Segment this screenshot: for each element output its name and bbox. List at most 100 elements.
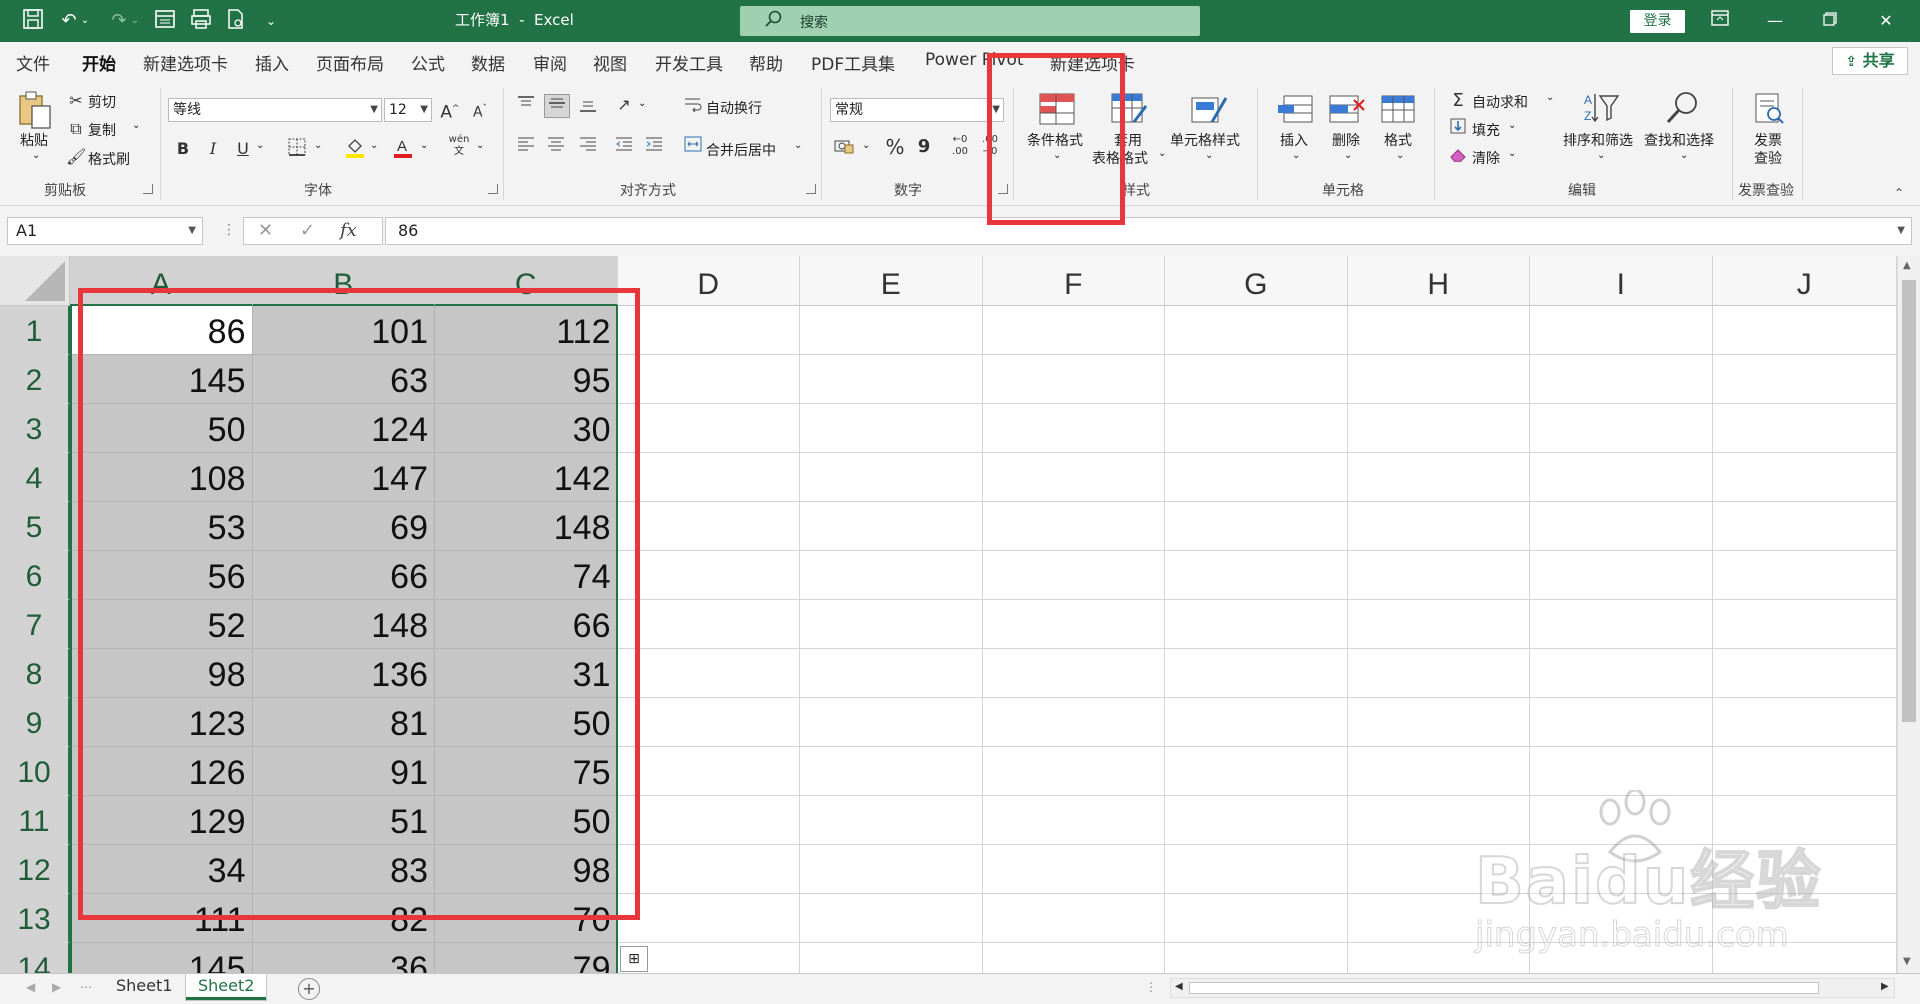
cell[interactable] <box>800 502 983 551</box>
cell[interactable] <box>982 306 1165 355</box>
cell[interactable] <box>982 894 1165 943</box>
cell[interactable]: 111 <box>70 894 253 943</box>
cell[interactable] <box>1347 698 1530 747</box>
cell[interactable]: 123 <box>70 698 253 747</box>
column-header[interactable]: J <box>1712 256 1897 306</box>
cell[interactable] <box>1530 502 1713 551</box>
merge-center-dropdown-icon[interactable]: ⌄ <box>794 140 802 151</box>
cell[interactable] <box>617 502 800 551</box>
close-icon[interactable]: ✕ <box>1866 6 1906 36</box>
find-select-dropdown-icon[interactable]: ⌄ <box>1680 150 1688 161</box>
ribbon-display-options-icon[interactable] <box>1700 6 1740 36</box>
sort-filter-icon[interactable]: AZ <box>1582 90 1620 126</box>
font-launcher-icon[interactable] <box>488 184 498 194</box>
cell[interactable] <box>1530 355 1713 404</box>
cell[interactable] <box>982 355 1165 404</box>
delete-cells-label[interactable]: 删除 <box>1332 130 1360 150</box>
tab-home[interactable]: 开始 <box>82 50 116 83</box>
search-box[interactable]: 搜索 <box>740 6 1200 36</box>
cell[interactable]: 108 <box>70 453 253 502</box>
comma-style-button[interactable]: 9 <box>914 136 934 158</box>
cell[interactable] <box>1165 845 1348 894</box>
cell[interactable] <box>800 600 983 649</box>
share-button[interactable]: ⇪ 共享 <box>1832 47 1908 75</box>
accounting-format-icon[interactable] <box>832 138 856 160</box>
cell[interactable] <box>1530 404 1713 453</box>
invoice-check-label-2[interactable]: 查验 <box>1754 148 1782 168</box>
cell[interactable] <box>1530 894 1713 943</box>
cell[interactable] <box>1712 649 1897 698</box>
cell[interactable] <box>1712 747 1897 796</box>
column-header[interactable]: C <box>435 256 618 306</box>
restore-icon[interactable] <box>1810 6 1850 36</box>
cell[interactable] <box>800 796 983 845</box>
add-sheet-button[interactable]: + <box>298 978 320 1000</box>
cell[interactable] <box>1165 747 1348 796</box>
align-bottom-icon[interactable] <box>576 96 600 118</box>
cell[interactable] <box>617 404 800 453</box>
format-dropdown-icon[interactable]: ⌄ <box>1396 150 1404 161</box>
scroll-down-icon[interactable]: ▼ <box>1903 956 1911 967</box>
column-header[interactable]: G <box>1165 256 1348 306</box>
cell[interactable]: 31 <box>435 649 618 698</box>
cell[interactable] <box>1712 306 1897 355</box>
cell[interactable]: 95 <box>435 355 618 404</box>
row-header[interactable]: 2 <box>0 355 70 404</box>
cell[interactable]: 50 <box>70 404 253 453</box>
underline-dropdown-icon[interactable]: ⌄ <box>256 140 264 151</box>
cell[interactable] <box>1347 747 1530 796</box>
orientation-icon[interactable]: ↗ <box>612 94 636 116</box>
tab-power-pivot[interactable]: Power Pivot <box>925 50 1024 70</box>
sheet-tab-sheet1[interactable]: Sheet1 <box>104 974 184 1000</box>
cell[interactable] <box>617 796 800 845</box>
number-launcher-icon[interactable] <box>998 184 1008 194</box>
cell[interactable] <box>800 404 983 453</box>
autosum-icon[interactable]: Σ <box>1448 90 1468 112</box>
cell[interactable] <box>1530 306 1713 355</box>
font-name-select[interactable]: 等线 ▼ <box>168 98 382 122</box>
conditional-format-icon[interactable] <box>1038 92 1076 128</box>
cell[interactable] <box>617 747 800 796</box>
decrease-indent-icon[interactable] <box>612 136 636 158</box>
format-as-table-label-2[interactable]: 表格格式 <box>1092 148 1148 168</box>
cell[interactable] <box>1347 404 1530 453</box>
number-format-select[interactable]: 常规 ▼ <box>830 98 1004 122</box>
cell[interactable]: 66 <box>252 551 435 600</box>
row-header[interactable]: 12 <box>0 845 70 894</box>
cell[interactable] <box>1712 551 1897 600</box>
cell[interactable] <box>1530 649 1713 698</box>
cell[interactable] <box>982 551 1165 600</box>
conditional-format-label[interactable]: 条件格式 <box>1027 130 1083 150</box>
cell[interactable] <box>800 698 983 747</box>
format-painter-label[interactable]: 格式刷 <box>88 149 130 169</box>
cell[interactable] <box>1165 551 1348 600</box>
cell[interactable] <box>800 943 983 973</box>
row-header[interactable]: 11 <box>0 796 70 845</box>
cell[interactable] <box>1712 355 1897 404</box>
insert-cells-icon[interactable] <box>1276 92 1314 128</box>
cell[interactable] <box>1165 453 1348 502</box>
cut-label[interactable]: 剪切 <box>88 92 116 112</box>
tab-page-layout[interactable]: 页面布局 <box>316 50 384 75</box>
align-top-icon[interactable] <box>514 96 538 118</box>
format-as-table-dropdown-icon[interactable]: ⌄ <box>1158 148 1166 159</box>
horizontal-scrollbar[interactable]: ◀ ▶ <box>1170 978 1895 998</box>
cell[interactable] <box>1530 551 1713 600</box>
italic-button[interactable]: I <box>202 138 224 160</box>
cell[interactable]: 66 <box>435 600 618 649</box>
minimize-icon[interactable]: — <box>1755 6 1795 36</box>
autosum-label[interactable]: 自动求和 <box>1472 92 1528 112</box>
document-icon[interactable] <box>222 8 248 34</box>
cell[interactable] <box>617 845 800 894</box>
tab-review[interactable]: 审阅 <box>533 50 567 75</box>
align-left-icon[interactable] <box>514 136 538 158</box>
decrease-font-size-icon[interactable]: Aˇ <box>468 98 492 124</box>
row-header[interactable]: 4 <box>0 453 70 502</box>
worksheet-grid[interactable]: A B C D E F G H I J 1 86 101 112 2 145 63 95 3 50 124 30 4 108 1… <box>0 256 1920 973</box>
cell[interactable] <box>1165 943 1348 973</box>
cell[interactable]: 34 <box>70 845 253 894</box>
cell[interactable] <box>617 355 800 404</box>
cell[interactable] <box>800 551 983 600</box>
tab-help[interactable]: 帮助 <box>749 50 783 75</box>
sheet-nav-more-icon[interactable]: ⋯ <box>80 980 92 994</box>
